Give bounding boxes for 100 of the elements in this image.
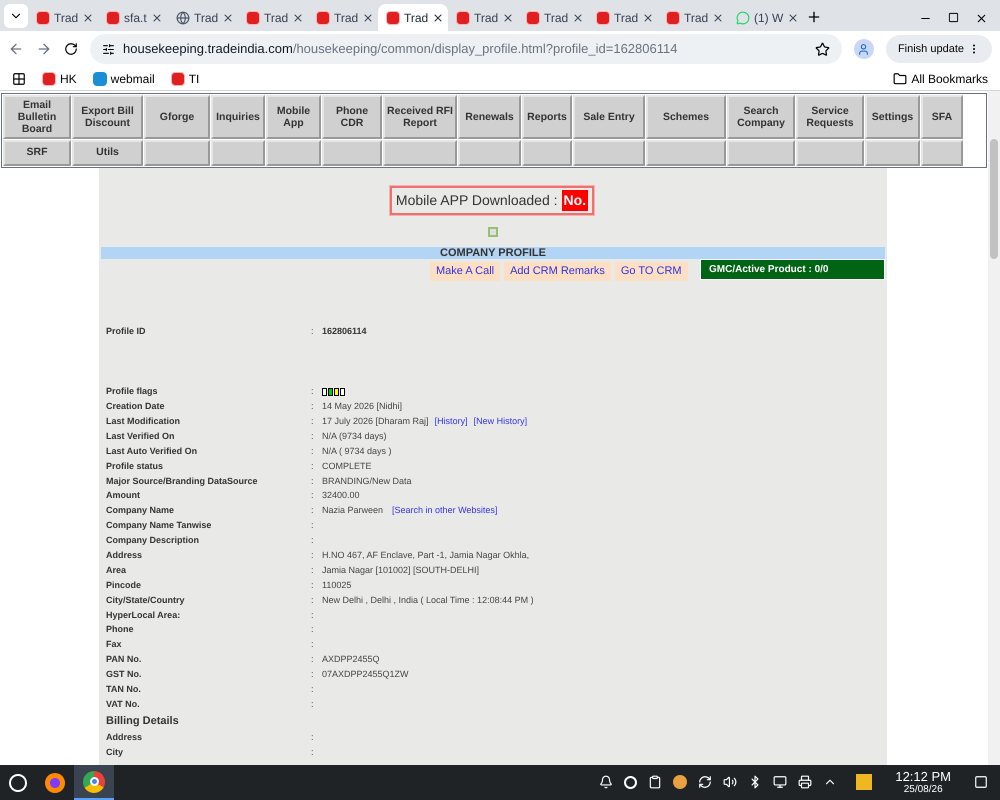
close-icon[interactable] bbox=[642, 12, 654, 24]
browser-tab[interactable]: Trad bbox=[308, 4, 378, 31]
field-label: VAT No. bbox=[106, 698, 141, 711]
bookmark-link[interactable]: TI bbox=[170, 70, 200, 88]
field-label: Pincode bbox=[106, 578, 142, 592]
chat-icon bbox=[736, 10, 750, 24]
nav-menu-item[interactable]: Settings bbox=[865, 95, 920, 139]
colon-separator: : bbox=[311, 504, 315, 518]
browser-tab[interactable]: (1) W bbox=[728, 4, 798, 31]
chrome-icon[interactable] bbox=[74, 765, 114, 800]
update-icon[interactable] bbox=[673, 775, 688, 790]
nav-menu-item[interactable]: Email Bulletin Board bbox=[3, 95, 71, 139]
update-icon[interactable] bbox=[624, 776, 638, 789]
field-label: City bbox=[106, 746, 124, 759]
nav-menu-item[interactable]: Received RFI Report bbox=[383, 95, 457, 139]
browser-tab[interactable]: Trad bbox=[588, 4, 658, 31]
nav-menu-item[interactable]: Schemes bbox=[646, 95, 726, 139]
inline-link[interactable]: [History] bbox=[434, 414, 468, 428]
logo-icon bbox=[36, 10, 50, 24]
close-icon[interactable] bbox=[432, 12, 444, 24]
network-icon[interactable] bbox=[773, 775, 788, 790]
notes-icon[interactable] bbox=[856, 774, 872, 790]
bookmark-star-icon[interactable] bbox=[814, 42, 830, 56]
bell-icon[interactable] bbox=[599, 775, 614, 790]
desktop-icon[interactable] bbox=[974, 775, 988, 790]
all-bookmarks-link[interactable]: All Bookmarks bbox=[893, 70, 988, 88]
tab-title: Trad bbox=[614, 10, 638, 26]
finish-update-button[interactable]: Finish update bbox=[886, 35, 992, 63]
close-icon[interactable] bbox=[787, 12, 800, 24]
browser-tab[interactable]: Trad bbox=[168, 4, 238, 31]
section-heading: Billing Details bbox=[106, 714, 180, 729]
colon-separator: : bbox=[311, 698, 315, 711]
apps-icon[interactable] bbox=[12, 72, 26, 86]
nav-menu-item[interactable]: Reports bbox=[522, 95, 572, 139]
field-label: Creation Date bbox=[106, 400, 166, 414]
close-icon[interactable] bbox=[712, 12, 724, 24]
reload-icon[interactable] bbox=[64, 42, 78, 56]
volume-icon[interactable] bbox=[723, 775, 738, 790]
clock[interactable]: 12:12 PM 25/08/26 bbox=[895, 770, 951, 796]
tab-title: Trad bbox=[194, 10, 218, 26]
field-label: Phone bbox=[106, 623, 135, 636]
nav-menu-item[interactable]: Phone CDR bbox=[322, 95, 382, 139]
folder-icon bbox=[893, 72, 908, 86]
field-label: City/State/Country bbox=[106, 594, 186, 607]
browser-tab[interactable]: Trad bbox=[28, 4, 98, 31]
profile-avatar[interactable] bbox=[854, 39, 874, 59]
close-icon[interactable] bbox=[502, 12, 514, 24]
inline-link[interactable]: [Search in other Websites] bbox=[392, 504, 498, 518]
tab-title: Trad bbox=[544, 10, 568, 26]
field-label: Last Auto Verified On bbox=[106, 444, 198, 458]
nav-menu-item[interactable]: SFA bbox=[921, 95, 963, 139]
nav-menu-item[interactable]: Search Company bbox=[727, 95, 795, 139]
browser-tab[interactable]: sfa.t bbox=[98, 4, 168, 31]
close-icon[interactable] bbox=[572, 12, 584, 24]
person-icon bbox=[857, 42, 870, 56]
nav-menu-item[interactable]: Export Bill Discount bbox=[72, 95, 143, 139]
browser-tab[interactable]: Trad bbox=[238, 4, 308, 31]
close-icon[interactable] bbox=[82, 12, 94, 24]
tab-title: (1) W bbox=[754, 10, 784, 26]
site-info-icon[interactable] bbox=[102, 42, 115, 56]
logo-icon bbox=[246, 10, 260, 24]
printer-icon[interactable] bbox=[798, 775, 812, 790]
back-icon[interactable] bbox=[8, 41, 24, 57]
nav-menu-item[interactable]: Renewals bbox=[458, 95, 521, 139]
close-icon[interactable] bbox=[975, 12, 988, 25]
browser-tab[interactable]: Trad bbox=[378, 4, 448, 31]
forward-icon[interactable] bbox=[36, 41, 52, 57]
address-bar[interactable]: housekeeping.tradeindia.com/housekeeping/common/display_profile.html?profile_id=162806114 bbox=[90, 34, 842, 64]
close-icon[interactable] bbox=[292, 12, 304, 24]
nav-menu-item[interactable]: Service Requests bbox=[796, 95, 864, 139]
logo-icon bbox=[106, 10, 120, 24]
close-icon[interactable] bbox=[150, 12, 163, 24]
bookmark-link[interactable]: HK bbox=[42, 70, 77, 88]
nav-menu-item[interactable]: SRF bbox=[3, 140, 71, 166]
close-icon[interactable] bbox=[222, 12, 234, 24]
close-icon[interactable] bbox=[362, 12, 374, 24]
nav-menu-item[interactable]: Utils bbox=[72, 140, 143, 166]
colon-separator: : bbox=[311, 474, 315, 488]
nav-menu-item[interactable]: Sale Entry bbox=[573, 95, 645, 139]
browser-tab[interactable]: Trad bbox=[658, 4, 728, 31]
colon-separator: : bbox=[311, 594, 315, 607]
field-value: AXDPP2455Q bbox=[322, 653, 380, 666]
bookmark-link[interactable]: webmail bbox=[92, 70, 155, 88]
nav-menu-item[interactable]: Gforge bbox=[144, 95, 210, 139]
inline-link[interactable]: [New History] bbox=[474, 414, 528, 428]
gmc-status-bar: GMC/Active Product : 0/0 bbox=[700, 259, 885, 280]
tab-list-button[interactable] bbox=[4, 4, 28, 28]
action-link[interactable]: Make A Call bbox=[430, 262, 500, 280]
scrollbar[interactable] bbox=[988, 91, 1000, 765]
action-link[interactable]: Add CRM Remarks bbox=[504, 262, 611, 280]
new-tab-icon[interactable] bbox=[806, 9, 822, 25]
field-value: Nazia Parween bbox=[322, 504, 384, 518]
action-link[interactable]: Go TO CRM bbox=[614, 262, 688, 280]
browser-tab[interactable]: Trad bbox=[518, 4, 588, 31]
maximize-icon[interactable] bbox=[948, 12, 959, 23]
nav-menu-item[interactable]: Inquiries bbox=[211, 95, 265, 139]
clipboard-icon[interactable] bbox=[648, 775, 662, 790]
nav-menu-item[interactable]: Mobile App bbox=[266, 95, 321, 139]
browser-tab[interactable]: Trad bbox=[448, 4, 518, 31]
sync-icon[interactable] bbox=[698, 775, 712, 790]
